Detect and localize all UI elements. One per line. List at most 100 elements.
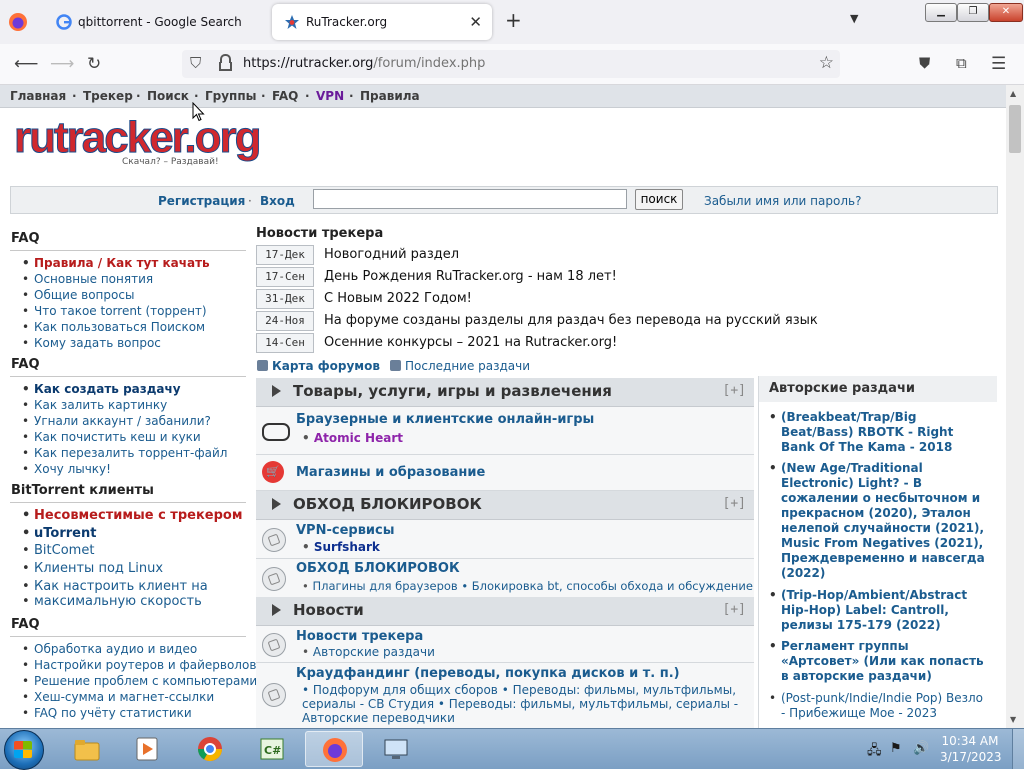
news-link[interactable]: С Новым 2022 Годом! — [324, 291, 472, 306]
news-link[interactable]: Осенние конкурсы – 2021 на Rutracker.org… — [324, 335, 617, 350]
network-icon[interactable]: 🖧 — [867, 741, 882, 763]
sidebar-link[interactable]: Клиенты под Linux — [22, 561, 163, 576]
forum-title-link[interactable]: Магазины и образование — [296, 465, 485, 480]
category-title[interactable]: ОБХОД БЛОКИРОВОК — [293, 495, 482, 513]
tab-google-search[interactable]: qbittorrent - Google Search — [44, 4, 270, 40]
address-bar[interactable]: ⛉ https://rutracker.org/forum/index.php … — [182, 50, 840, 78]
sidebar-link[interactable]: Что такое torrent (торрент) — [22, 304, 207, 318]
sidebar-link[interactable]: Несовместимые с трекером — [22, 508, 243, 523]
pocket-icon[interactable]: ⛊ — [919, 54, 930, 72]
taskbar-csharp-editor[interactable]: C# — [243, 731, 301, 767]
firefox-menu-icon[interactable] — [8, 12, 28, 32]
news-link[interactable]: На форуме созданы разделы для раздач без… — [324, 313, 818, 328]
subforum-link[interactable]: Surfshark — [302, 540, 380, 554]
sidebar-link[interactable]: Кому задать вопрос — [22, 336, 161, 350]
page-scrollbar[interactable]: ▲ ▼ — [1006, 85, 1024, 728]
sidebar-link[interactable]: Хочу лычку! — [22, 462, 111, 476]
scroll-down-arrow-icon[interactable]: ▼ — [1010, 715, 1016, 724]
latest-releases-link[interactable]: Последние раздачи — [405, 359, 530, 373]
subforum-link[interactable]: Atomic Heart — [302, 431, 403, 445]
taskbar-firefox[interactable] — [305, 731, 363, 767]
forward-arrow-icon[interactable]: ⟶ — [50, 54, 74, 74]
start-button[interactable] — [4, 730, 44, 770]
sidebar-link[interactable]: Решение проблем с компьютерами — [22, 674, 257, 688]
author-release-link[interactable]: (Post-punk/Indie/Indie Pop) Везло - Приб… — [769, 691, 991, 721]
back-arrow-icon[interactable]: ⟵ — [14, 54, 38, 74]
new-tab-button[interactable]: + — [505, 8, 522, 32]
search-button[interactable]: поиск — [635, 189, 683, 210]
forum-title-link[interactable]: Браузерные и клиентские онлайн-игры — [296, 412, 594, 427]
extensions-puzzle-icon[interactable]: ⧉ — [956, 54, 967, 72]
author-release-link[interactable]: Регламент группы «Артсовет» (Или как поп… — [769, 639, 991, 684]
window-close-button[interactable]: ✕ — [989, 3, 1023, 22]
collapse-triangle-icon[interactable] — [272, 604, 281, 616]
forum-map-link[interactable]: Карта форумов — [272, 359, 380, 373]
author-release-link[interactable]: (Trip-Hop/Ambient/Abstract Hip-Hop) Labe… — [769, 588, 991, 633]
sidebar-link[interactable]: Правила / Как тут качать — [22, 256, 210, 270]
register-link[interactable]: Регистрация — [158, 194, 245, 208]
author-release-link[interactable]: (New Age/Traditional Electronic) Light? … — [769, 461, 991, 581]
url-text[interactable]: https://rutracker.org/forum/index.php — [243, 56, 485, 71]
forum-title-link[interactable]: Новости трекера — [296, 629, 423, 644]
sidebar-link[interactable]: Как залить картинку — [22, 398, 167, 412]
forum-title-link[interactable]: ОБХОД БЛОКИРОВОК — [296, 561, 460, 576]
taskbar-remote-desktop[interactable] — [367, 731, 425, 767]
sidebar-link[interactable]: Как настроить клиент на — [22, 579, 208, 594]
collapse-triangle-icon[interactable] — [272, 498, 281, 510]
show-desktop-button[interactable] — [1012, 729, 1024, 769]
sidebar-link[interactable]: uTorrent — [22, 526, 97, 541]
tab-rutracker[interactable]: RuTracker.org ✕ — [272, 4, 492, 40]
scroll-up-arrow-icon[interactable]: ▲ — [1010, 89, 1016, 98]
subforum-link[interactable]: Авторские раздачи — [302, 645, 435, 659]
sidebar-link[interactable]: Настройки роутеров и файерволов — [22, 658, 256, 672]
author-release-link[interactable]: (Breakbeat/Trap/Big Beat/Bass) RBOTK - R… — [769, 410, 991, 455]
bookmark-star-icon[interactable]: ☆ — [819, 53, 834, 73]
sidebar-link[interactable]: Угнали аккаунт / забанили? — [22, 414, 211, 428]
category-header[interactable]: Новости [+] — [256, 597, 754, 626]
reload-icon[interactable]: ↻ — [87, 54, 101, 74]
taskbar-chrome[interactable] — [181, 731, 239, 767]
action-center-flag-icon[interactable]: ⚑ — [890, 741, 902, 756]
search-input[interactable] — [313, 189, 627, 209]
sidebar-link[interactable]: Как перезалить торрент-файл — [22, 446, 227, 460]
sidebar-link-continued[interactable]: максимальную скорость — [22, 594, 202, 609]
forgot-password-link[interactable]: Забыли имя или пароль? — [704, 194, 861, 208]
nav-tracker-link[interactable]: Трекер — [83, 89, 133, 103]
category-header[interactable]: ОБХОД БЛОКИРОВОК [+] — [256, 491, 754, 520]
expand-toggle[interactable]: [+] — [723, 496, 746, 511]
category-header[interactable]: Товары, услуги, игры и развлечения [+] — [256, 378, 754, 407]
nav-rules-link[interactable]: Правила — [360, 89, 420, 103]
hamburger-menu-icon[interactable]: ☰ — [991, 54, 1006, 74]
expand-toggle[interactable]: [+] — [723, 383, 746, 398]
sidebar-link[interactable]: Общие вопросы — [22, 288, 134, 302]
list-all-tabs-icon[interactable]: ▼ — [850, 12, 858, 25]
sidebar-link[interactable]: FAQ по учёту статистики — [22, 706, 192, 720]
collapse-triangle-icon[interactable] — [272, 385, 281, 397]
category-title[interactable]: Товары, услуги, игры и развлечения — [293, 382, 612, 400]
lock-icon[interactable] — [219, 54, 232, 71]
sidebar-link[interactable]: Как создать раздачу — [22, 382, 181, 396]
window-maximize-button[interactable]: ❐ — [957, 3, 989, 22]
window-minimize-button[interactable]: ▁ — [925, 3, 957, 22]
nav-search-link[interactable]: Поиск — [147, 89, 189, 103]
close-tab-icon[interactable]: ✕ — [469, 13, 482, 31]
login-link[interactable]: Вход — [260, 194, 295, 208]
sidebar-link[interactable]: Как пользоваться Поиском — [22, 320, 205, 334]
nav-vpn-link[interactable]: VPN — [316, 89, 344, 103]
expand-toggle[interactable]: [+] — [723, 602, 746, 617]
subforum-links[interactable]: Плагины для браузеров • Блокировка bt, с… — [302, 579, 752, 593]
news-link[interactable]: Новогодний раздел — [324, 247, 459, 262]
tracking-protection-shield-icon[interactable]: ⛉ — [190, 54, 201, 72]
nav-faq-link[interactable]: FAQ — [272, 89, 298, 103]
category-title[interactable]: Новости — [293, 601, 364, 619]
sidebar-link[interactable]: Обработка аудио и видео — [22, 642, 197, 656]
sidebar-link[interactable]: Как почистить кеш и куки — [22, 430, 201, 444]
sidebar-link[interactable]: Основные понятия — [22, 272, 153, 286]
forum-title-link[interactable]: Краудфандинг (переводы, покупка дисков и… — [296, 666, 680, 681]
nav-groups-link[interactable]: Группы — [205, 89, 257, 103]
taskbar-media-player[interactable] — [118, 731, 176, 767]
forum-title-link[interactable]: VPN-сервисы — [296, 523, 395, 538]
volume-icon[interactable]: 🔊 — [913, 741, 929, 756]
system-clock[interactable]: 10:34 AM 3/17/2023 — [940, 733, 1002, 765]
taskbar-explorer[interactable] — [58, 731, 116, 767]
